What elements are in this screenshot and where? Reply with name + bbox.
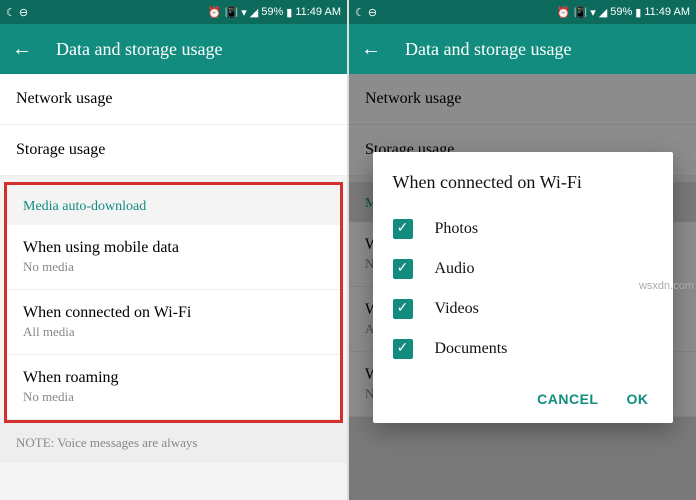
battery-icon: ▮ <box>635 6 641 19</box>
cancel-button[interactable]: CANCEL <box>537 391 598 407</box>
option-photos[interactable]: ✓ Photos <box>393 209 653 249</box>
option-label: Audio <box>435 260 475 278</box>
roaming-item[interactable]: When roaming No media <box>7 355 340 420</box>
dialog-title: When connected on Wi-Fi <box>393 172 653 193</box>
dialog-actions: CANCEL OK <box>393 383 653 415</box>
option-label: Videos <box>435 300 479 318</box>
checkbox-checked-icon[interactable]: ✓ <box>393 259 413 279</box>
battery-pct: 59% <box>261 6 283 18</box>
battery-pct: 59% <box>610 6 632 18</box>
dnd-icon: ⊖ <box>19 6 28 19</box>
alarm-icon: ⏰ <box>208 6 222 19</box>
vibrate-icon: 📳 <box>574 6 588 19</box>
checkbox-checked-icon[interactable]: ✓ <box>393 219 413 239</box>
checkbox-checked-icon[interactable]: ✓ <box>393 339 413 359</box>
item-title: When roaming <box>23 369 324 387</box>
ok-button[interactable]: OK <box>627 391 649 407</box>
back-arrow-icon[interactable]: ← <box>361 38 381 61</box>
wifi-icon: ▾ <box>241 6 247 19</box>
watermark-text: wsxdn.com <box>639 280 694 292</box>
item-title: When connected on Wi-Fi <box>23 304 324 322</box>
checkbox-checked-icon[interactable]: ✓ <box>393 299 413 319</box>
page-title: Data and storage usage <box>405 39 571 60</box>
media-autodownload-header: Media auto-download <box>7 185 340 225</box>
item-subtitle: No media <box>23 389 324 405</box>
wifi-item[interactable]: When connected on Wi-Fi All media <box>7 290 340 355</box>
option-audio[interactable]: ✓ Audio <box>393 249 653 289</box>
option-videos[interactable]: ✓ Videos <box>393 289 653 329</box>
mobile-data-item[interactable]: When using mobile data No media <box>7 225 340 290</box>
vibrate-icon: 📳 <box>225 6 239 19</box>
clock-text: 11:49 AM <box>644 6 690 18</box>
moon-icon: ☾ <box>6 6 16 19</box>
item-title: When using mobile data <box>23 239 324 257</box>
item-subtitle: All media <box>23 324 324 340</box>
screenshot-left: ☾ ⊖ ⏰ 📳 ▾ ◢ 59% ▮ 11:49 AM ← Data and st… <box>0 0 347 500</box>
clock-text: 11:49 AM <box>295 6 341 18</box>
network-usage-item: Network usage <box>349 74 696 125</box>
item-subtitle: No media <box>23 259 324 275</box>
dnd-icon: ⊖ <box>368 6 377 19</box>
highlight-box: Media auto-download When using mobile da… <box>4 182 343 423</box>
page-title: Data and storage usage <box>56 39 222 60</box>
wifi-dialog: When connected on Wi-Fi ✓ Photos ✓ Audio… <box>373 152 673 423</box>
option-label: Documents <box>435 340 508 358</box>
alarm-icon: ⏰ <box>557 6 571 19</box>
signal-icon: ◢ <box>599 6 607 19</box>
wifi-icon: ▾ <box>590 6 596 19</box>
screenshot-right: ☾ ⊖ ⏰ 📳 ▾ ◢ 59% ▮ 11:49 AM ← Data and st… <box>349 0 696 500</box>
settings-content: Network usage Storage usage Media auto-d… <box>0 74 347 500</box>
option-documents[interactable]: ✓ Documents <box>393 329 653 369</box>
signal-icon: ◢ <box>250 6 258 19</box>
network-usage-item[interactable]: Network usage <box>0 74 347 125</box>
battery-icon: ▮ <box>286 6 292 19</box>
note-text: NOTE: Voice messages are always <box>0 423 347 463</box>
back-arrow-icon[interactable]: ← <box>12 38 32 61</box>
app-bar: ← Data and storage usage <box>349 24 696 74</box>
app-bar: ← Data and storage usage <box>0 24 347 74</box>
storage-usage-item[interactable]: Storage usage <box>0 125 347 176</box>
option-label: Photos <box>435 220 479 238</box>
status-bar: ☾ ⊖ ⏰ 📳 ▾ ◢ 59% ▮ 11:49 AM <box>0 0 347 24</box>
status-bar: ☾ ⊖ ⏰ 📳 ▾ ◢ 59% ▮ 11:49 AM <box>349 0 696 24</box>
moon-icon: ☾ <box>355 6 365 19</box>
